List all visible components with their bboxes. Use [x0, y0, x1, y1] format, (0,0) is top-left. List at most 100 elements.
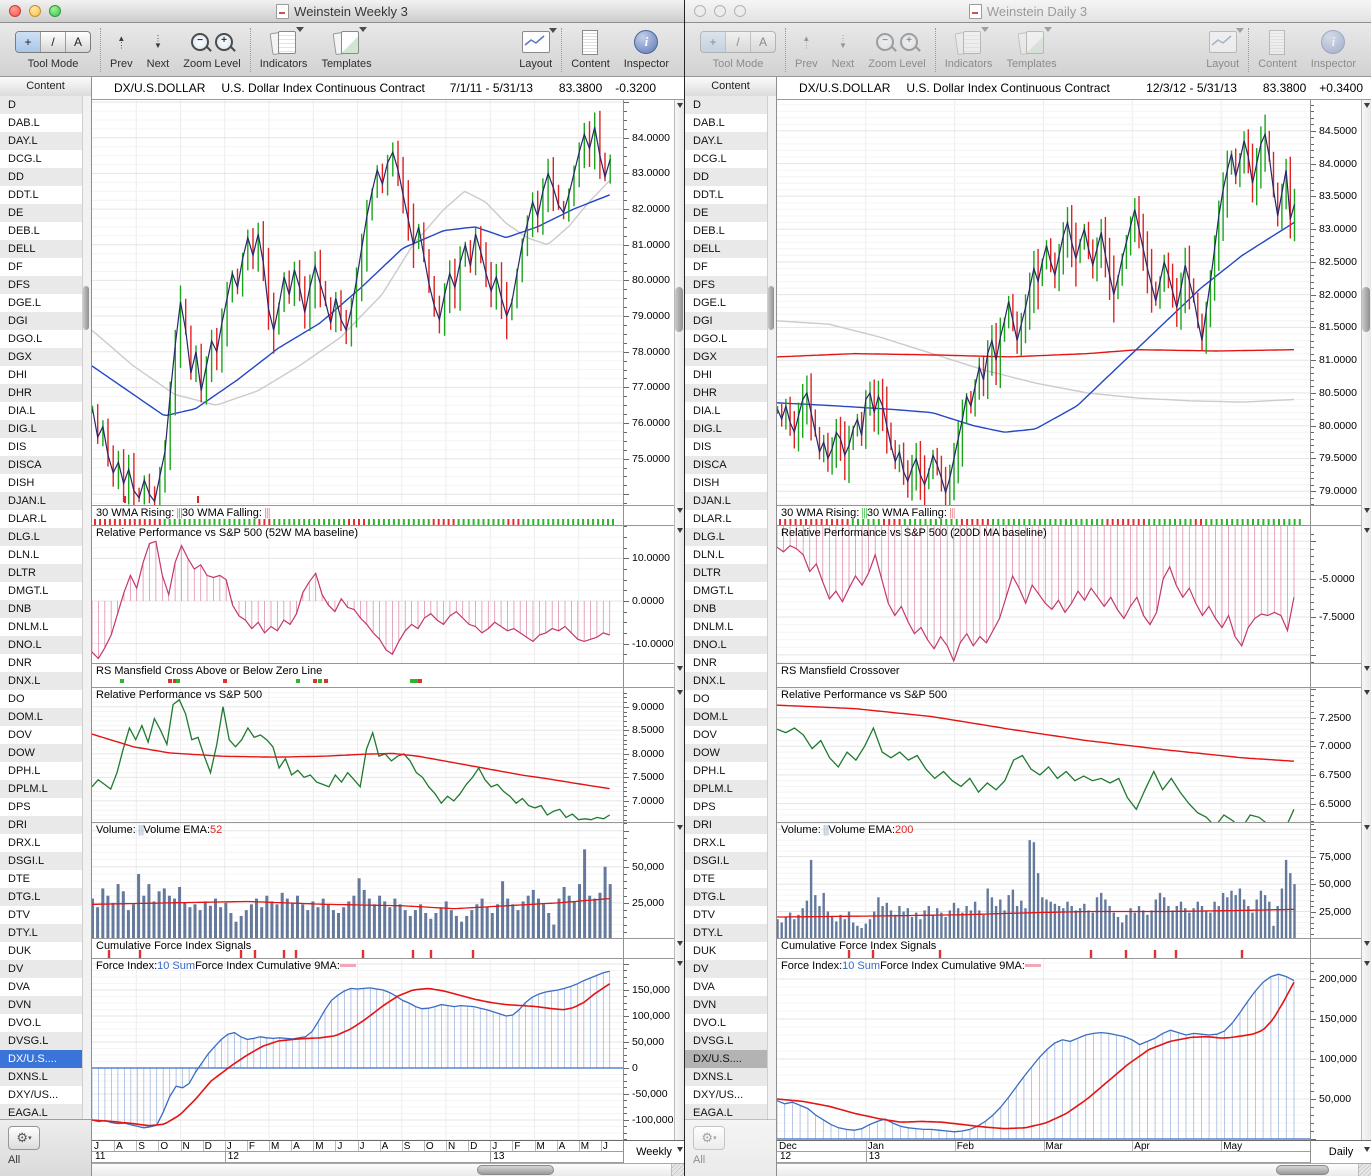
list-item[interactable]: DNLM.L: [0, 618, 83, 636]
sidebar-scrollbar[interactable]: [767, 96, 776, 1120]
list-item[interactable]: DLTR: [0, 564, 83, 582]
list-item[interactable]: DISCA: [685, 456, 768, 474]
layout-button[interactable]: Layout: [1206, 28, 1244, 70]
list-item[interactable]: DFS: [0, 276, 83, 294]
list-item[interactable]: DLTR: [685, 564, 768, 582]
close-button[interactable]: [694, 5, 706, 17]
minimize-button[interactable]: [714, 5, 726, 17]
list-item[interactable]: DE: [0, 204, 83, 222]
panel-scrollbar-thumb[interactable]: [1362, 287, 1370, 332]
list-item[interactable]: DMGT.L: [685, 582, 768, 600]
list-item[interactable]: DVA: [0, 978, 83, 996]
panel-menu-icon[interactable]: [1364, 103, 1370, 108]
list-item[interactable]: DNB: [0, 600, 83, 618]
list-item[interactable]: DGI: [685, 312, 768, 330]
tool-mode-seg-0[interactable]: +: [701, 32, 725, 52]
list-item[interactable]: DELL: [0, 240, 83, 258]
horizontal-scrollbar[interactable]: [92, 1163, 684, 1176]
gear-button[interactable]: ⚙▾: [693, 1126, 725, 1150]
list-item[interactable]: DLAR.L: [0, 510, 83, 528]
list-item[interactable]: DO: [0, 690, 83, 708]
list-item[interactable]: DVN: [0, 996, 83, 1014]
list-item[interactable]: DOV: [685, 726, 768, 744]
list-item[interactable]: DPH.L: [0, 762, 83, 780]
list-item[interactable]: DGE.L: [0, 294, 83, 312]
panel-menu-icon[interactable]: [677, 941, 683, 946]
list-item[interactable]: DHR: [0, 384, 83, 402]
list-item[interactable]: DV: [685, 960, 768, 978]
content-button[interactable]: Content: [1258, 28, 1297, 70]
layout-button[interactable]: Layout: [519, 28, 557, 70]
list-item[interactable]: DXY/US...: [685, 1086, 768, 1104]
list-item[interactable]: DNX.L: [685, 672, 768, 690]
list-item[interactable]: DAB.L: [0, 114, 83, 132]
list-item[interactable]: DHR: [685, 384, 768, 402]
list-item[interactable]: DX/U.S....: [685, 1050, 768, 1068]
panel-menu-icon[interactable]: [1364, 825, 1370, 830]
zoom-in-icon[interactable]: +: [214, 33, 233, 51]
list-item[interactable]: DIA.L: [0, 402, 83, 420]
panel-scrollbar[interactable]: [674, 100, 684, 1140]
tool-mode-seg-1[interactable]: /: [40, 32, 65, 52]
horizontal-scrollbar-thumb[interactable]: [476, 1165, 554, 1175]
list-item[interactable]: DD: [685, 168, 768, 186]
list-item[interactable]: D: [0, 96, 83, 114]
minimize-button[interactable]: [29, 5, 41, 17]
panel-menu-icon[interactable]: [1364, 941, 1370, 946]
timeframe-select[interactable]: Daily: [1310, 1140, 1371, 1163]
list-item[interactable]: DOM.L: [0, 708, 83, 726]
zoom-button[interactable]: [734, 5, 746, 17]
panel-menu-icon[interactable]: [1364, 690, 1370, 695]
zoom-out-icon[interactable]: −: [875, 33, 894, 51]
list-item[interactable]: DPH.L: [685, 762, 768, 780]
list-item[interactable]: DLN.L: [685, 546, 768, 564]
panel-menu-icon[interactable]: [677, 528, 683, 533]
list-item[interactable]: DJAN.L: [0, 492, 83, 510]
list-item[interactable]: DEB.L: [685, 222, 768, 240]
list-item[interactable]: DRI: [685, 816, 768, 834]
list-item[interactable]: DVO.L: [0, 1014, 83, 1032]
list-item[interactable]: DOW: [685, 744, 768, 762]
list-item[interactable]: DIG.L: [685, 420, 768, 438]
panel-menu-icon[interactable]: [1364, 961, 1370, 966]
list-item[interactable]: DDT.L: [685, 186, 768, 204]
list-item[interactable]: DVSG.L: [685, 1032, 768, 1050]
list-item[interactable]: DSGI.L: [0, 852, 83, 870]
list-item[interactable]: DGX: [685, 348, 768, 366]
list-item[interactable]: DTY.L: [685, 924, 768, 942]
list-item[interactable]: DTV: [0, 906, 83, 924]
templates-button[interactable]: Templates: [1006, 27, 1057, 70]
list-item[interactable]: DHI: [0, 366, 83, 384]
list-item[interactable]: DTV: [685, 906, 768, 924]
list-item[interactable]: DRX.L: [685, 834, 768, 852]
templates-icon[interactable]: [1017, 27, 1052, 56]
panel-menu-icon[interactable]: [1364, 508, 1370, 513]
list-item[interactable]: DXY/US...: [0, 1086, 83, 1104]
list-item[interactable]: DELL: [685, 240, 768, 258]
list-item[interactable]: DNLM.L: [685, 618, 768, 636]
list-item[interactable]: DTG.L: [685, 888, 768, 906]
panel-menu-icon[interactable]: [677, 666, 683, 671]
panel-menu-icon[interactable]: [677, 690, 683, 695]
tool-mode-segmented[interactable]: + / A: [15, 31, 91, 53]
list-item[interactable]: DOW: [0, 744, 83, 762]
list-item[interactable]: DUK: [685, 942, 768, 960]
next-button[interactable]: ⋮ ▼ Next: [147, 28, 170, 71]
list-item[interactable]: DV: [0, 960, 83, 978]
list-item[interactable]: DTE: [685, 870, 768, 888]
next-button[interactable]: ⋮ ▼ Next: [832, 28, 855, 71]
list-item[interactable]: DCG.L: [0, 150, 83, 168]
zoom-button[interactable]: [49, 5, 61, 17]
list-item[interactable]: D: [685, 96, 768, 114]
list-item[interactable]: DNR: [685, 654, 768, 672]
list-item[interactable]: DVN: [685, 996, 768, 1014]
resize-grip[interactable]: [1358, 1164, 1371, 1176]
list-item[interactable]: DJAN.L: [685, 492, 768, 510]
list-item[interactable]: DTY.L: [0, 924, 83, 942]
panel-menu-icon[interactable]: [1364, 528, 1370, 533]
list-item[interactable]: EAGA.L: [0, 1104, 83, 1120]
list-item[interactable]: DUK: [0, 942, 83, 960]
tool-mode-seg-2[interactable]: A: [65, 32, 90, 52]
timeframe-select[interactable]: Weekly: [623, 1140, 684, 1163]
templates-button[interactable]: Templates: [321, 27, 372, 70]
